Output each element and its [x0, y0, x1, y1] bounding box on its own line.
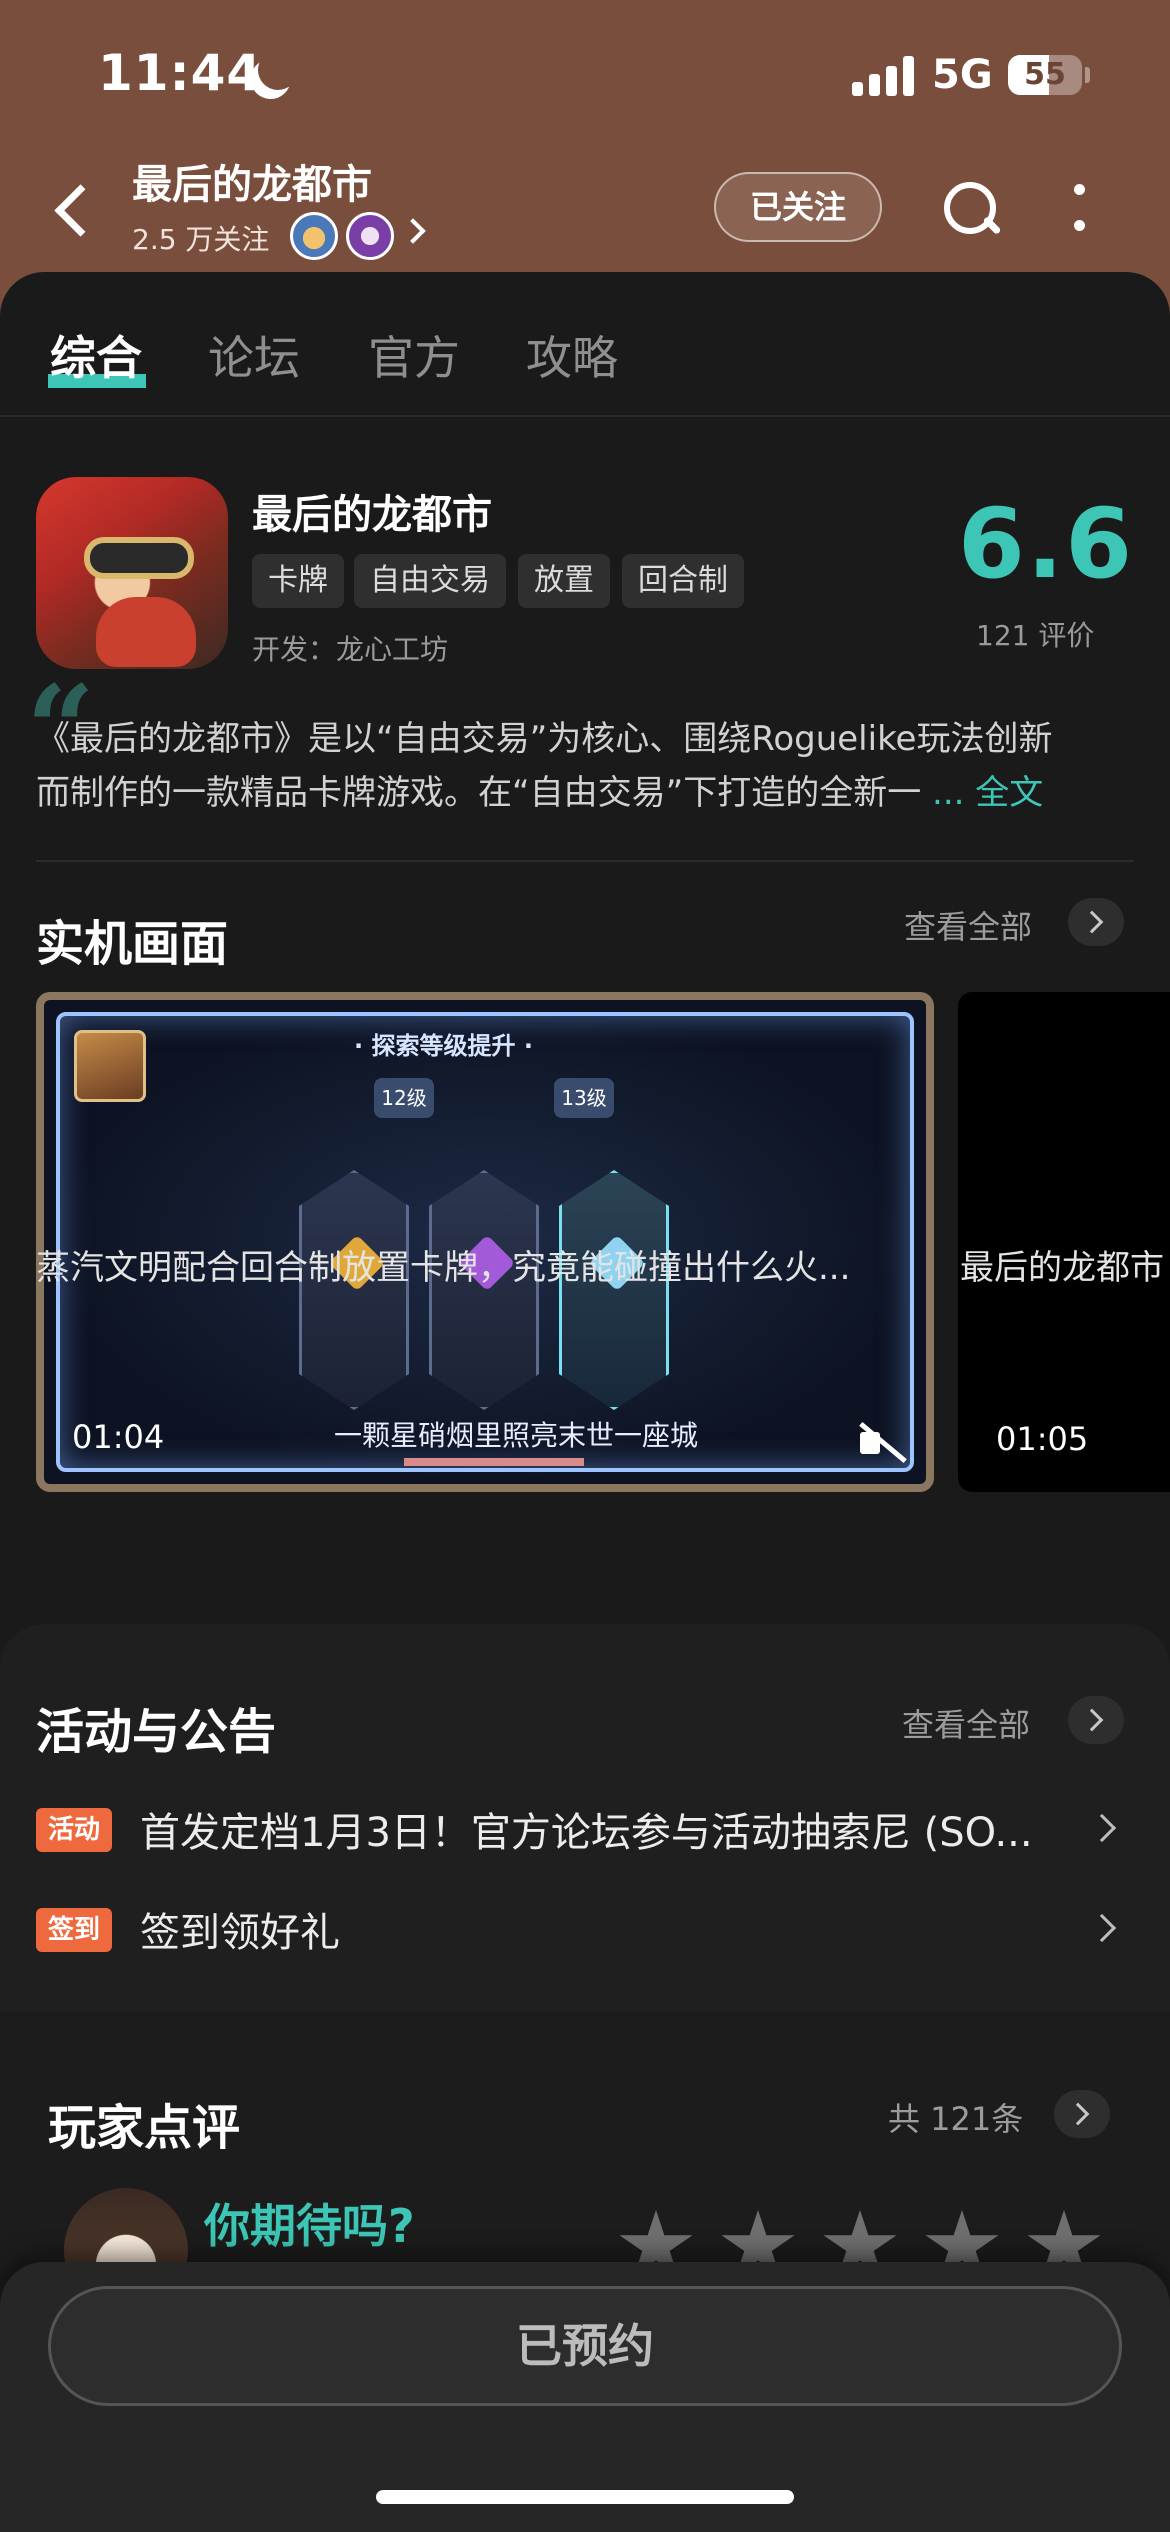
status-bar: 11:44 5G 55 — [0, 0, 1170, 150]
game-tag[interactable]: 自由交易 — [354, 554, 506, 608]
see-all-screenshots[interactable]: 查看全部 — [904, 902, 1032, 948]
tab-overview[interactable]: 综合 — [50, 322, 142, 388]
video-title[interactable]: 最后的龙都市 — [960, 1240, 1164, 1289]
announcement-item[interactable]: 签到领好礼 — [140, 1900, 340, 1958]
video-title[interactable]: 蒸汽文明配合回合制放置卡牌，究竟能碰撞出什么火... — [36, 1240, 850, 1289]
video-progress — [404, 1458, 584, 1466]
tab-forum[interactable]: 论坛 — [208, 322, 300, 388]
chevron-right-icon[interactable] — [1087, 1813, 1117, 1843]
tab-guides[interactable]: 攻略 — [526, 322, 618, 388]
score: 6.6 — [958, 488, 1135, 600]
game-icon-goggles — [84, 537, 194, 579]
section-title-reviews: 玩家点评 — [48, 2100, 241, 2156]
followed-button[interactable]: 已关注 — [714, 172, 882, 242]
video-duration: 01:04 — [72, 1418, 165, 1456]
chevron-right-icon[interactable] — [1068, 1696, 1124, 1744]
activity-badge: 活动 — [36, 1808, 113, 1852]
developer[interactable]: 开发：龙心工坊 — [252, 628, 448, 668]
section-title-screenshots: 实机画面 — [36, 916, 229, 972]
game-tag[interactable]: 放置 — [518, 554, 610, 608]
announcement-item[interactable]: 首发定档1月3日！官方论坛参与活动抽索尼 (SO... — [140, 1800, 1033, 1858]
page-title: 最后的龙都市 — [132, 162, 372, 208]
level-from: 12级 — [374, 1078, 434, 1118]
reserved-button[interactable]: 已预约 — [48, 2286, 1122, 2406]
rating-count[interactable]: 121 评价 — [976, 614, 1094, 654]
home-indicator — [376, 2490, 794, 2504]
follower-avatar[interactable] — [290, 212, 338, 260]
chevron-right-icon[interactable] — [1068, 898, 1124, 946]
mute-icon[interactable] — [854, 1418, 908, 1468]
checkin-badge: 签到 — [36, 1908, 113, 1952]
chevron-right-icon[interactable] — [1087, 1913, 1117, 1943]
section-title-announcements: 活动与公告 — [36, 1704, 277, 1760]
description-line-2-text: 而制作的一款精品卡牌游戏。在“自由交易”下打造的全新一 — [36, 773, 922, 813]
search-icon[interactable] — [940, 178, 1002, 240]
status-time: 11:44 — [98, 44, 263, 102]
back-icon[interactable] — [44, 174, 104, 244]
divider — [36, 860, 1134, 862]
review-count[interactable]: 共 121条 — [888, 2094, 1023, 2140]
video-subtitle: 一颗星硝烟里照亮末世一座城 — [334, 1419, 699, 1452]
game-tag[interactable]: 回合制 — [622, 554, 744, 608]
battery-percent: 55 — [1024, 57, 1066, 92]
chevron-right-icon[interactable] — [400, 218, 426, 244]
main-sheet: 综合 论坛 官方 攻略 最后的龙都市 卡牌 自由交易 放置 回合制 开发：龙心工… — [0, 272, 1170, 2532]
bottom-action-bar: 已预约 — [0, 2262, 1170, 2532]
battery-icon: 55 — [1008, 55, 1082, 95]
game-icon-beard — [96, 597, 196, 667]
hero-portrait — [74, 1030, 146, 1102]
level-to: 13级 — [554, 1078, 614, 1118]
game-icon — [36, 477, 228, 669]
more-icon[interactable] — [1064, 180, 1094, 240]
cellular-signal-icon — [852, 56, 918, 96]
chevron-right-icon[interactable] — [1054, 2090, 1110, 2138]
overlay-title: · 探索等级提升 · — [354, 1032, 533, 1060]
review-question: 你期待吗? — [204, 2199, 415, 2253]
game-description[interactable]: 《最后的龙都市》是以“自由交易”为核心、围绕Roguelike玩法创新 而制作的… — [36, 712, 1146, 820]
perk-card — [429, 1170, 539, 1410]
description-line-2: 而制作的一款精品卡牌游戏。在“自由交易”下打造的全新一 ... 全文 — [36, 766, 1146, 820]
game-title: 最后的龙都市 — [252, 492, 492, 538]
video-duration: 01:05 — [996, 1420, 1089, 1458]
battery-tip — [1085, 67, 1090, 83]
tab-bar: 综合 论坛 官方 攻略 — [0, 272, 1170, 417]
follower-avatar[interactable] — [346, 212, 394, 260]
full-text-link[interactable]: ... 全文 — [932, 773, 1043, 813]
perk-card — [559, 1170, 669, 1410]
game-tag[interactable]: 卡牌 — [252, 554, 344, 608]
network-type: 5G — [932, 52, 993, 98]
description-line-1: 《最后的龙都市》是以“自由交易”为核心、围绕Roguelike玩法创新 — [36, 719, 1053, 759]
tab-official[interactable]: 官方 — [368, 322, 460, 388]
perk-card — [299, 1170, 409, 1410]
follower-count[interactable]: 2.5 万关注 — [132, 218, 269, 258]
see-all-announcements[interactable]: 查看全部 — [902, 1700, 1030, 1746]
